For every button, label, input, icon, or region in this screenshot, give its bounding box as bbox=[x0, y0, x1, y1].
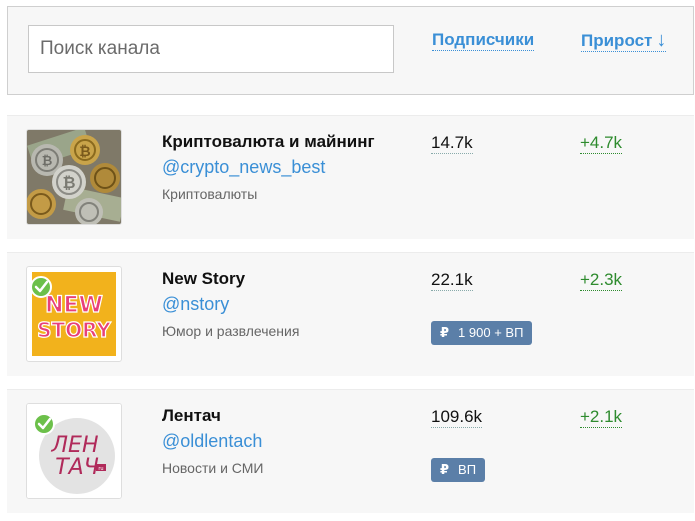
channel-avatar[interactable]: ₿ ₿ ₿ bbox=[26, 129, 122, 225]
channel-handle-link[interactable]: @nstory bbox=[162, 294, 229, 315]
sort-arrow-down-icon: ↓ bbox=[656, 29, 667, 51]
avatar-text-line: ТАЧ bbox=[55, 455, 99, 480]
bitcoin-coins-photo-icon: ₿ ₿ ₿ bbox=[27, 130, 121, 224]
growth-column-label: Прирост bbox=[581, 31, 653, 50]
lentach-logo-icon: ЛЕН ТАЧ ru bbox=[27, 404, 121, 498]
price-badge[interactable]: ₽ ВП bbox=[431, 458, 486, 482]
ruble-icon: ₽ bbox=[440, 462, 450, 477]
channel-category: Юмор и развлечения bbox=[162, 323, 300, 339]
growth-count: +2.1k bbox=[580, 407, 623, 428]
channel-handle-link[interactable]: @oldlentach bbox=[162, 431, 262, 452]
channel-category: Новости и СМИ bbox=[162, 460, 264, 476]
new-story-logo-icon: NEW STORY bbox=[30, 272, 116, 356]
channel-card[interactable]: ЛЕН ТАЧ ru Лентач @oldlentach Новости и … bbox=[7, 389, 694, 513]
price-label: 1 900 + ВП bbox=[458, 325, 524, 340]
subscriber-count: 14.7k bbox=[431, 133, 473, 154]
subscriber-count: 109.6k bbox=[431, 407, 483, 428]
growth-count: +2.3k bbox=[580, 270, 623, 291]
channel-list-header: Подписчики Прирост↓ bbox=[7, 6, 694, 95]
channel-name[interactable]: Лентач bbox=[162, 406, 221, 426]
svg-text:₿: ₿ bbox=[42, 154, 53, 169]
ruble-icon: ₽ bbox=[440, 325, 450, 340]
svg-text:₿: ₿ bbox=[62, 173, 75, 192]
channel-card[interactable]: NEW STORY New Story @nstory Юмор и развл… bbox=[7, 252, 694, 376]
channel-avatar[interactable]: NEW STORY bbox=[26, 266, 122, 362]
channel-card[interactable]: ₿ ₿ ₿ Криптовалюта и майнинг @crypto_new… bbox=[7, 115, 694, 239]
channel-name[interactable]: Криптовалюта и майнинг bbox=[162, 132, 375, 152]
growth-column-header[interactable]: Прирост ↓ bbox=[581, 29, 667, 52]
price-badge[interactable]: ₽1 900 + ВП bbox=[431, 321, 533, 345]
subscribers-column-header[interactable]: Подписчики bbox=[432, 30, 535, 51]
growth-count: +4.7k bbox=[580, 133, 623, 154]
channel-name[interactable]: New Story bbox=[162, 269, 245, 289]
channel-search-input[interactable] bbox=[28, 25, 394, 73]
avatar-text-line: STORY bbox=[37, 318, 111, 342]
avatar-text-line: NEW bbox=[45, 293, 103, 318]
verified-check-icon bbox=[33, 413, 55, 435]
avatar-text-line: ru bbox=[98, 466, 103, 472]
price-label: ВП bbox=[458, 462, 477, 477]
svg-text:₿: ₿ bbox=[79, 144, 90, 160]
channel-category: Криптовалюты bbox=[162, 186, 258, 202]
channel-avatar[interactable]: ЛЕН ТАЧ ru bbox=[26, 403, 122, 499]
channel-handle-link[interactable]: @crypto_news_best bbox=[162, 157, 325, 178]
subscriber-count: 22.1k bbox=[431, 270, 473, 291]
verified-check-icon bbox=[30, 276, 52, 298]
